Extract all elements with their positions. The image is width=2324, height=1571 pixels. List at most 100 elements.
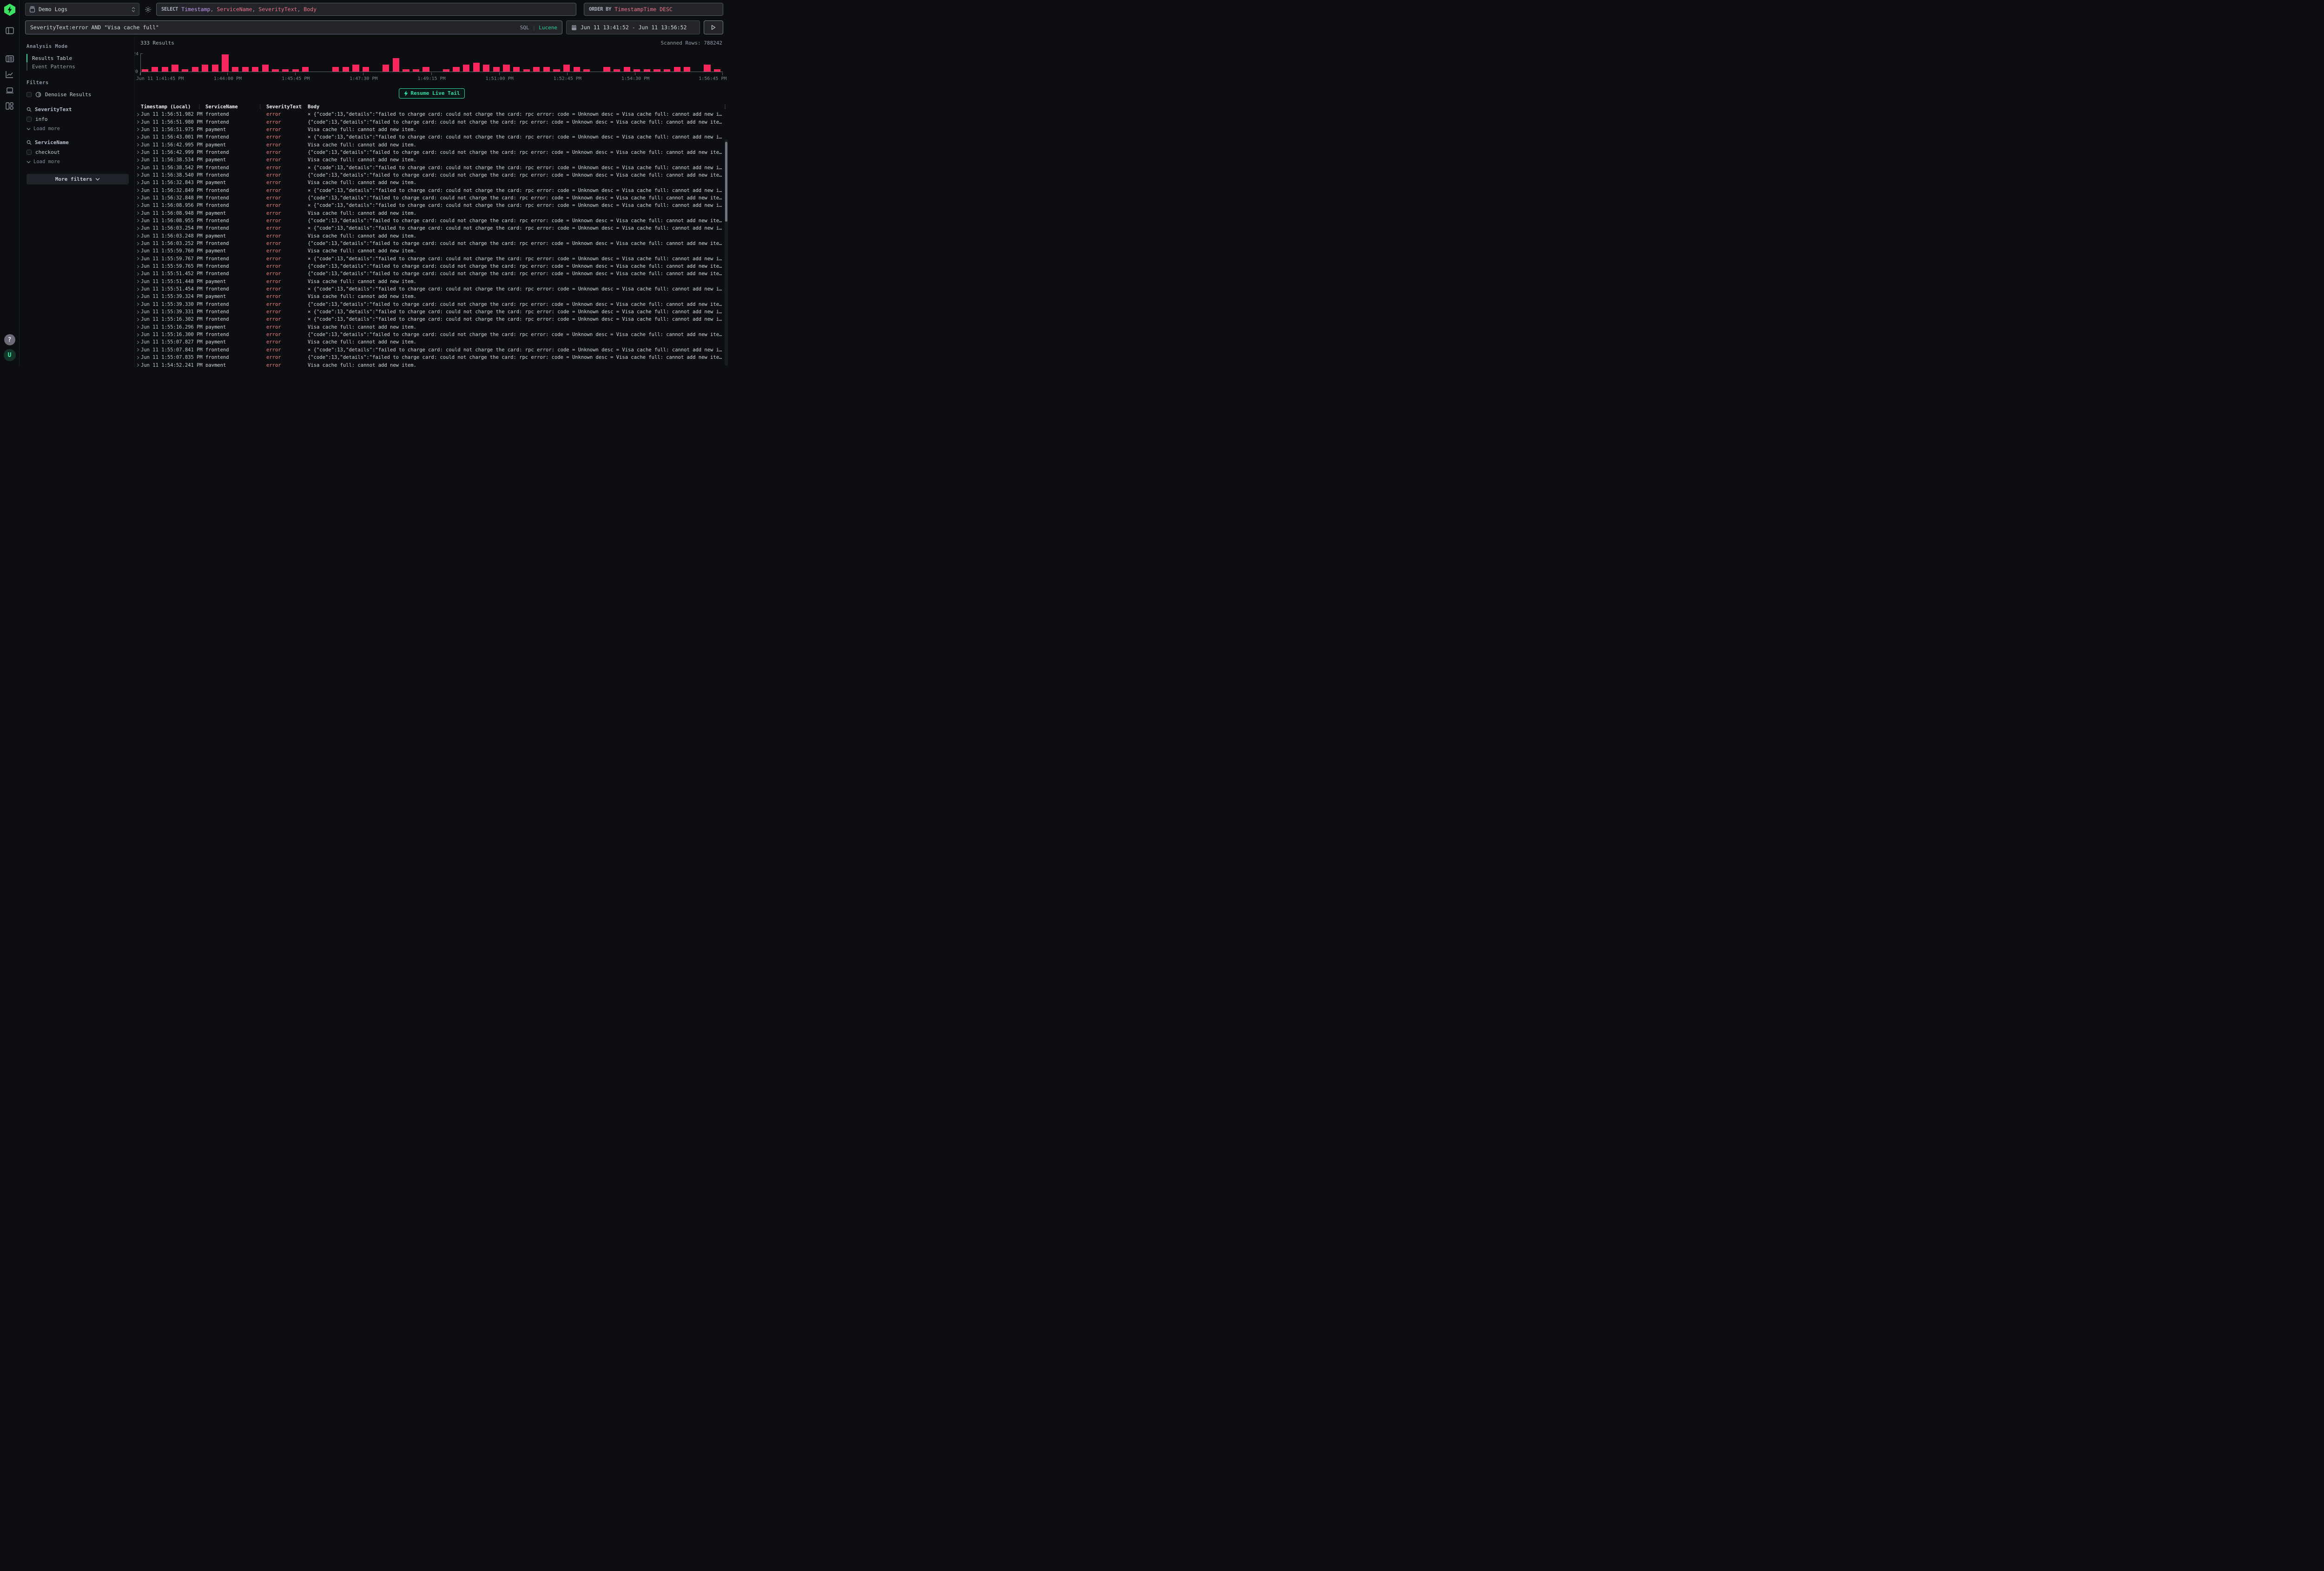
log-row[interactable]: Jun 11 1:55:07.835 PMfrontenderror{"code… [135, 354, 729, 361]
expand-chevron[interactable] [135, 295, 141, 299]
expand-chevron[interactable] [135, 120, 141, 124]
expand-chevron[interactable] [135, 218, 141, 223]
expand-chevron[interactable] [135, 317, 141, 322]
log-row[interactable]: Jun 11 1:56:32.849 PMfrontenderror× {"co… [135, 186, 729, 194]
lucene-mode-option[interactable]: Lucene [539, 25, 557, 31]
expand-chevron[interactable] [135, 196, 141, 200]
expand-chevron[interactable] [135, 188, 141, 192]
scrollbar-thumb[interactable] [725, 142, 727, 222]
expand-chevron[interactable] [135, 310, 141, 314]
analysis-mode-item-event-patterns[interactable]: Event Patterns [26, 62, 129, 71]
expand-chevron[interactable] [135, 112, 141, 117]
log-row[interactable]: Jun 11 1:55:51.448 PMpaymenterrorVisa ca… [135, 278, 729, 285]
expand-chevron[interactable] [135, 165, 141, 170]
log-row[interactable]: Jun 11 1:56:42.995 PMpaymenterrorVisa ca… [135, 141, 729, 148]
log-row[interactable]: Jun 11 1:56:38.534 PMpaymenterrorVisa ca… [135, 156, 729, 164]
dashboards-icon[interactable] [5, 101, 14, 111]
log-row[interactable]: Jun 11 1:56:03.248 PMpaymenterrorVisa ca… [135, 232, 729, 240]
table-options-icon[interactable]: ⋮ [721, 104, 729, 110]
log-row[interactable]: Jun 11 1:54:52.241 PMpaymenterrorVisa ca… [135, 361, 729, 367]
denoise-results-toggle[interactable]: Denoise Results [26, 90, 129, 99]
expand-chevron[interactable] [135, 279, 141, 284]
log-row[interactable]: Jun 11 1:55:07.827 PMpaymenterrorVisa ca… [135, 338, 729, 346]
log-row[interactable]: Jun 11 1:56:08.955 PMfrontenderror{"code… [135, 217, 729, 224]
log-row[interactable]: Jun 11 1:55:59.767 PMfrontenderror× {"co… [135, 255, 729, 263]
expand-chevron[interactable] [135, 127, 141, 132]
log-row[interactable]: Jun 11 1:56:51.975 PMpaymenterrorVisa ca… [135, 126, 729, 133]
load-more-button[interactable]: Load more [26, 158, 129, 165]
log-row[interactable]: Jun 11 1:55:16.302 PMfrontenderror× {"co… [135, 316, 729, 323]
user-avatar[interactable]: U [4, 349, 16, 361]
expand-chevron[interactable] [135, 356, 141, 360]
log-row[interactable]: Jun 11 1:56:32.843 PMpaymenterrorVisa ca… [135, 179, 729, 186]
checkbox[interactable] [26, 117, 32, 122]
filter-option-checkout[interactable]: checkout [26, 148, 129, 156]
run-query-button[interactable] [704, 20, 723, 34]
expand-chevron[interactable] [135, 264, 141, 269]
source-select[interactable]: Demo Logs [25, 3, 139, 16]
log-row[interactable]: Jun 11 1:56:51.980 PMfrontenderror{"code… [135, 118, 729, 125]
log-row[interactable]: Jun 11 1:55:59.765 PMfrontenderror{"code… [135, 263, 729, 270]
hyperdx-logo-icon[interactable] [4, 4, 16, 16]
chart-explorer-icon[interactable] [5, 70, 14, 79]
expand-chevron[interactable] [135, 242, 141, 246]
filter-option-info[interactable]: info [26, 115, 129, 123]
log-row[interactable]: Jun 11 1:55:51.454 PMfrontenderror× {"co… [135, 285, 729, 293]
expand-chevron[interactable] [135, 234, 141, 238]
log-row[interactable]: Jun 11 1:55:07.841 PMfrontenderror× {"co… [135, 346, 729, 354]
expand-chevron[interactable] [135, 158, 141, 162]
expand-chevron[interactable] [135, 333, 141, 337]
sessions-laptop-icon[interactable] [5, 86, 14, 95]
load-more-button[interactable]: Load more [26, 125, 129, 132]
expand-chevron[interactable] [135, 363, 141, 367]
log-row[interactable]: Jun 11 1:56:03.252 PMfrontenderror{"code… [135, 240, 729, 247]
expand-chevron[interactable] [135, 325, 141, 329]
histogram-plot[interactable]: 24 0 [140, 53, 723, 72]
sidebar-toggle-icon[interactable] [5, 26, 14, 35]
log-row[interactable]: Jun 11 1:55:39.331 PMfrontenderror× {"co… [135, 308, 729, 316]
expand-chevron[interactable] [135, 226, 141, 231]
search-input[interactable] [30, 24, 520, 31]
log-row[interactable]: Jun 11 1:56:38.540 PMfrontenderror{"code… [135, 172, 729, 179]
search-logs-icon[interactable] [5, 54, 14, 63]
log-row[interactable]: Jun 11 1:55:39.330 PMfrontenderror{"code… [135, 301, 729, 308]
log-row[interactable]: Jun 11 1:56:08.956 PMfrontenderror× {"co… [135, 202, 729, 209]
expand-chevron[interactable] [135, 135, 141, 139]
log-row[interactable]: Jun 11 1:56:32.848 PMfrontenderror{"code… [135, 194, 729, 202]
expand-chevron[interactable] [135, 143, 141, 147]
log-row[interactable]: Jun 11 1:56:38.542 PMfrontenderror× {"co… [135, 164, 729, 171]
expand-chevron[interactable] [135, 272, 141, 276]
expand-chevron[interactable] [135, 287, 141, 291]
checkbox[interactable] [26, 150, 32, 155]
log-row[interactable]: Jun 11 1:55:16.296 PMpaymenterrorVisa ca… [135, 323, 729, 331]
more-filters-button[interactable]: More filters [26, 174, 129, 185]
time-range-picker[interactable]: Jun 11 13:41:52 - Jun 11 13:56:52 [566, 20, 700, 34]
expand-chevron[interactable] [135, 249, 141, 253]
column-drag-handle[interactable]: ⋮ [299, 104, 304, 110]
expand-chevron[interactable] [135, 340, 141, 344]
expand-chevron[interactable] [135, 173, 141, 177]
log-row[interactable]: Jun 11 1:56:43.001 PMfrontenderror× {"co… [135, 133, 729, 141]
column-drag-handle[interactable]: ⋮ [197, 104, 202, 110]
analysis-mode-item-results-table[interactable]: Results Table [26, 54, 129, 62]
expand-chevron[interactable] [135, 150, 141, 154]
expand-chevron[interactable] [135, 348, 141, 352]
expand-chevron[interactable] [135, 211, 141, 215]
expand-chevron[interactable] [135, 181, 141, 185]
log-row[interactable]: Jun 11 1:56:42.999 PMfrontenderror{"code… [135, 149, 729, 156]
source-settings-gear-icon[interactable] [143, 5, 152, 14]
log-row[interactable]: Jun 11 1:55:51.452 PMfrontenderror{"code… [135, 270, 729, 277]
expand-chevron[interactable] [135, 302, 141, 306]
expand-chevron[interactable] [135, 204, 141, 208]
log-row[interactable]: Jun 11 1:56:08.948 PMpaymenterrorVisa ca… [135, 209, 729, 217]
log-row[interactable]: Jun 11 1:55:39.324 PMpaymenterrorVisa ca… [135, 293, 729, 300]
log-row[interactable]: Jun 11 1:55:59.760 PMpaymenterrorVisa ca… [135, 247, 729, 255]
column-drag-handle[interactable]: ⋮ [258, 104, 263, 110]
select-columns-input[interactable]: SELECT Timestamp, ServiceName, SeverityT… [156, 3, 576, 16]
log-row[interactable]: Jun 11 1:56:03.254 PMfrontenderror× {"co… [135, 224, 729, 232]
resume-live-tail-button[interactable]: Resume Live Tail [399, 88, 465, 99]
denoise-checkbox[interactable] [26, 92, 32, 97]
expand-chevron[interactable] [135, 257, 141, 261]
log-row[interactable]: Jun 11 1:55:16.300 PMfrontenderror{"code… [135, 331, 729, 338]
sql-mode-option[interactable]: SQL [520, 25, 529, 31]
